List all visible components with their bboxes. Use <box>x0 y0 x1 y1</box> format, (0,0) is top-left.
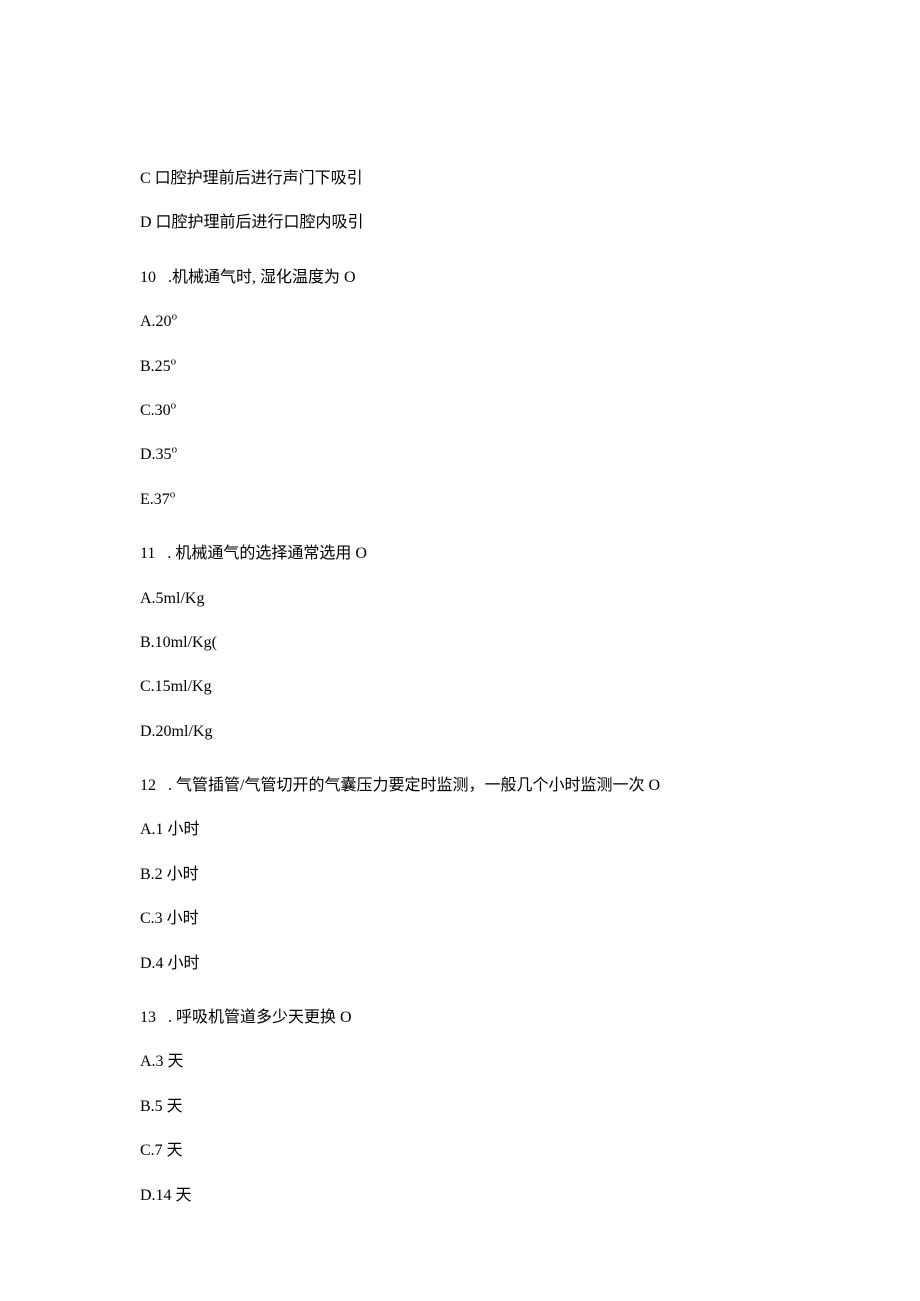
question-10-option-e: E.37o <box>140 489 780 511</box>
question-number: 10 <box>140 269 156 286</box>
question-10: 10 .机械通气时, 湿化温度为 O A.20o B.25o C.30o D.3… <box>140 267 780 511</box>
question-text: . 气管插管/气管切开的气囊压力要定时监测，一般几个小时监测一次 O <box>168 777 660 794</box>
question-number: 12 <box>140 777 156 794</box>
question-13-option-b: B.5 天 <box>140 1096 780 1118</box>
question-11: 11 . 机械通气的选择通常选用 O A.5ml/Kg B.10ml/Kg( C… <box>140 543 780 743</box>
question-10-option-a: A.20o <box>140 311 780 333</box>
question-text: . 机械通气的选择通常选用 O <box>167 545 367 562</box>
question-11-option-d: D.20ml/Kg <box>140 721 780 743</box>
question-12: 12 . 气管插管/气管切开的气囊压力要定时监测，一般几个小时监测一次 O A.… <box>140 775 780 975</box>
partial-option-d: D 口腔护理前后进行口腔内吸引 <box>140 212 780 234</box>
question-12-stem: 12 . 气管插管/气管切开的气囊压力要定时监测，一般几个小时监测一次 O <box>140 775 780 797</box>
question-10-option-d: D.35o <box>140 444 780 466</box>
question-12-option-d: D.4 小时 <box>140 953 780 975</box>
question-11-option-b: B.10ml/Kg( <box>140 632 780 654</box>
question-11-stem: 11 . 机械通气的选择通常选用 O <box>140 543 780 565</box>
question-number: 11 <box>140 545 155 562</box>
question-text: . 呼吸机管道多少天更换 O <box>168 1009 352 1026</box>
question-12-option-b: B.2 小时 <box>140 864 780 886</box>
question-13: 13 . 呼吸机管道多少天更换 O A.3 天 B.5 天 C.7 天 D.14… <box>140 1007 780 1207</box>
question-12-option-c: C.3 小时 <box>140 908 780 930</box>
question-13-option-a: A.3 天 <box>140 1051 780 1073</box>
question-10-option-c: C.30o <box>140 400 780 422</box>
question-10-stem: 10 .机械通气时, 湿化温度为 O <box>140 267 780 289</box>
question-13-option-c: C.7 天 <box>140 1140 780 1162</box>
question-11-option-a: A.5ml/Kg <box>140 588 780 610</box>
question-13-option-d: D.14 天 <box>140 1185 780 1207</box>
question-12-option-a: A.1 小时 <box>140 819 780 841</box>
question-text: .机械通气时, 湿化温度为 O <box>168 269 356 286</box>
question-11-option-c: C.15ml/Kg <box>140 676 780 698</box>
partial-option-c: C 口腔护理前后进行声门下吸引 <box>140 168 780 190</box>
question-number: 13 <box>140 1009 156 1026</box>
question-10-option-b: B.25o <box>140 356 780 378</box>
question-13-stem: 13 . 呼吸机管道多少天更换 O <box>140 1007 780 1029</box>
